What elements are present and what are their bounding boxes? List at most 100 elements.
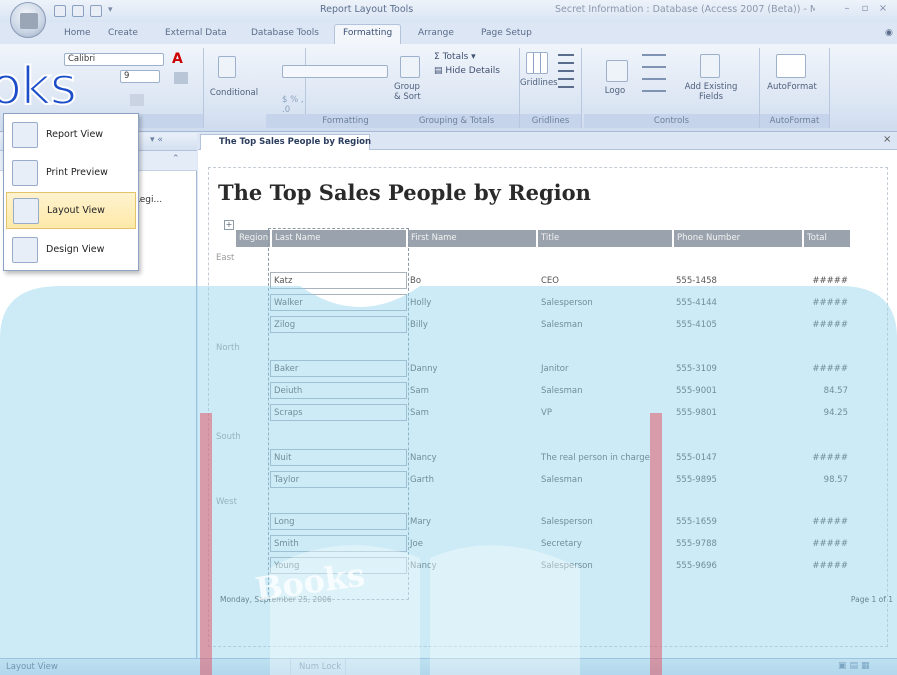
tab-create[interactable]: Create [108, 28, 138, 42]
logo-label[interactable]: Logo [598, 86, 632, 96]
document-tab-title: The Top Sales People by Region [219, 137, 372, 147]
region-label: North [216, 343, 240, 353]
first-name-value: Bo [410, 276, 422, 286]
total-value: 94.25 [823, 408, 848, 418]
controls-icons[interactable] [642, 54, 666, 98]
collapse-group-icon[interactable]: ⌃ [172, 154, 180, 164]
first-name-value: Mary [410, 517, 432, 527]
total-value: ##### [812, 320, 848, 330]
column-header-first-name[interactable]: First Name [408, 230, 536, 247]
group-sort-icon[interactable] [400, 56, 420, 78]
watermark-word: oks [0, 56, 78, 118]
add-existing-fields-label[interactable]: Add Existing Fields [676, 82, 746, 102]
print-preview-icon [12, 159, 38, 186]
total-value: ##### [812, 561, 848, 571]
title-value: Salesperson [541, 561, 593, 571]
menu-item-print-preview[interactable]: Print Preview [6, 154, 136, 191]
font-size-combo[interactable]: 9 [120, 70, 160, 83]
title-value: Secretary [541, 539, 582, 549]
first-name-value: Garth [410, 475, 435, 485]
gridlines-label[interactable]: Gridlines [520, 78, 558, 88]
help-icon[interactable]: ◉ [885, 28, 893, 42]
totals-label: Totals [442, 52, 469, 62]
customize-qat-icon[interactable]: ▾ [108, 5, 120, 17]
column-header-total[interactable]: Total [804, 230, 850, 247]
format-painter-icon[interactable] [130, 94, 144, 106]
autoformat-icon[interactable] [776, 54, 806, 78]
column-header-title[interactable]: Title [538, 230, 672, 247]
autoformat-label[interactable]: AutoFormat [760, 82, 824, 92]
close-window-icon[interactable]: × [874, 3, 892, 17]
menu-item-report-view[interactable]: Report View [6, 116, 136, 153]
column-header-region[interactable]: Region [236, 230, 270, 247]
phone-value: 555-4105 [676, 320, 717, 330]
totals-button[interactable]: Σ Totals ▾ [434, 52, 476, 62]
layout-selector-icon[interactable]: + [224, 220, 234, 230]
access-window: ▾ Report Layout Tools Secret Information… [0, 0, 897, 675]
phone-value: 555-4144 [676, 298, 717, 308]
view-switcher-icons[interactable]: ▣▤▦ [838, 661, 873, 671]
menu-item-layout-view[interactable]: Layout View [6, 192, 136, 229]
gridlines-icon[interactable] [526, 52, 548, 74]
close-document-icon[interactable]: × [883, 134, 895, 148]
nav-menu-chevron-icon[interactable]: ▾ « [150, 135, 163, 145]
fill-color-icon[interactable] [174, 72, 188, 84]
office-button[interactable] [10, 2, 46, 38]
total-value: ##### [812, 453, 848, 463]
tab-database-tools[interactable]: Database Tools [251, 28, 319, 42]
undo-icon[interactable] [72, 4, 84, 17]
first-name-value: Joe [410, 539, 423, 549]
quick-access-toolbar: ▾ [54, 3, 120, 18]
hide-details-icon: ▤ [434, 66, 443, 76]
line-style-icon[interactable] [558, 54, 574, 94]
minimize-icon[interactable]: – [838, 3, 856, 17]
tab-arrange[interactable]: Arrange [418, 28, 454, 42]
maximize-icon[interactable]: ▫ [856, 3, 874, 17]
first-name-value: Danny [410, 364, 438, 374]
column-header-phone[interactable]: Phone Number [674, 230, 802, 247]
ribbon-tabs: Home Create External Data Database Tools… [0, 22, 897, 44]
total-value: ##### [812, 298, 848, 308]
title-value: Janitor [541, 364, 569, 374]
conditional-label[interactable]: Conditional [206, 88, 262, 98]
phone-value: 555-0147 [676, 453, 717, 463]
phone-value: 555-1458 [676, 276, 717, 286]
menu-item-design-view[interactable]: Design View [6, 231, 136, 268]
logo-icon[interactable] [606, 60, 628, 82]
document-tab[interactable]: The Top Sales People by Region [200, 134, 372, 150]
sigma-icon: Σ [434, 52, 440, 62]
region-label: South [216, 432, 241, 442]
grouping-totals-group: Group & Sort Σ Totals ▾ ▤ Hide Details G… [394, 48, 520, 128]
tab-page-setup[interactable]: Page Setup [481, 28, 532, 42]
group-sort-label[interactable]: Group & Sort [394, 82, 428, 102]
font-color-icon[interactable]: A [172, 51, 183, 67]
first-name-value: Sam [410, 386, 429, 396]
phone-value: 555-3109 [676, 364, 717, 374]
tab-home[interactable]: Home [64, 28, 91, 42]
title-value: Salesperson [541, 298, 593, 308]
total-value: ##### [812, 539, 848, 549]
report-title[interactable]: The Top Sales People by Region [218, 180, 718, 210]
first-name-value: Billy [410, 320, 428, 330]
title-value: Salesman [541, 475, 583, 485]
format-combo[interactable] [282, 65, 388, 78]
hide-details-button[interactable]: ▤ Hide Details [434, 66, 500, 76]
title-value: Salesman [541, 320, 583, 330]
controls-group-label: Controls [584, 114, 759, 128]
total-value: ##### [812, 517, 848, 527]
font-name-combo[interactable]: Calibri [64, 53, 164, 66]
redo-icon[interactable] [90, 4, 102, 17]
phone-value: 555-9001 [676, 386, 717, 396]
first-name-value: Nancy [410, 561, 437, 571]
menu-item-label: Layout View [47, 205, 105, 216]
conditional-formatting-icon[interactable] [218, 56, 236, 78]
tab-external-data[interactable]: External Data [165, 28, 227, 42]
add-existing-fields-icon[interactable] [700, 54, 720, 78]
phone-value: 555-9788 [676, 539, 717, 549]
menu-item-label: Design View [46, 244, 105, 255]
selected-column-outline [268, 228, 409, 600]
title-value: Salesperson [541, 517, 593, 527]
tab-formatting[interactable]: Formatting [334, 24, 402, 44]
phone-value: 555-1659 [676, 517, 717, 527]
save-icon[interactable] [54, 4, 66, 17]
